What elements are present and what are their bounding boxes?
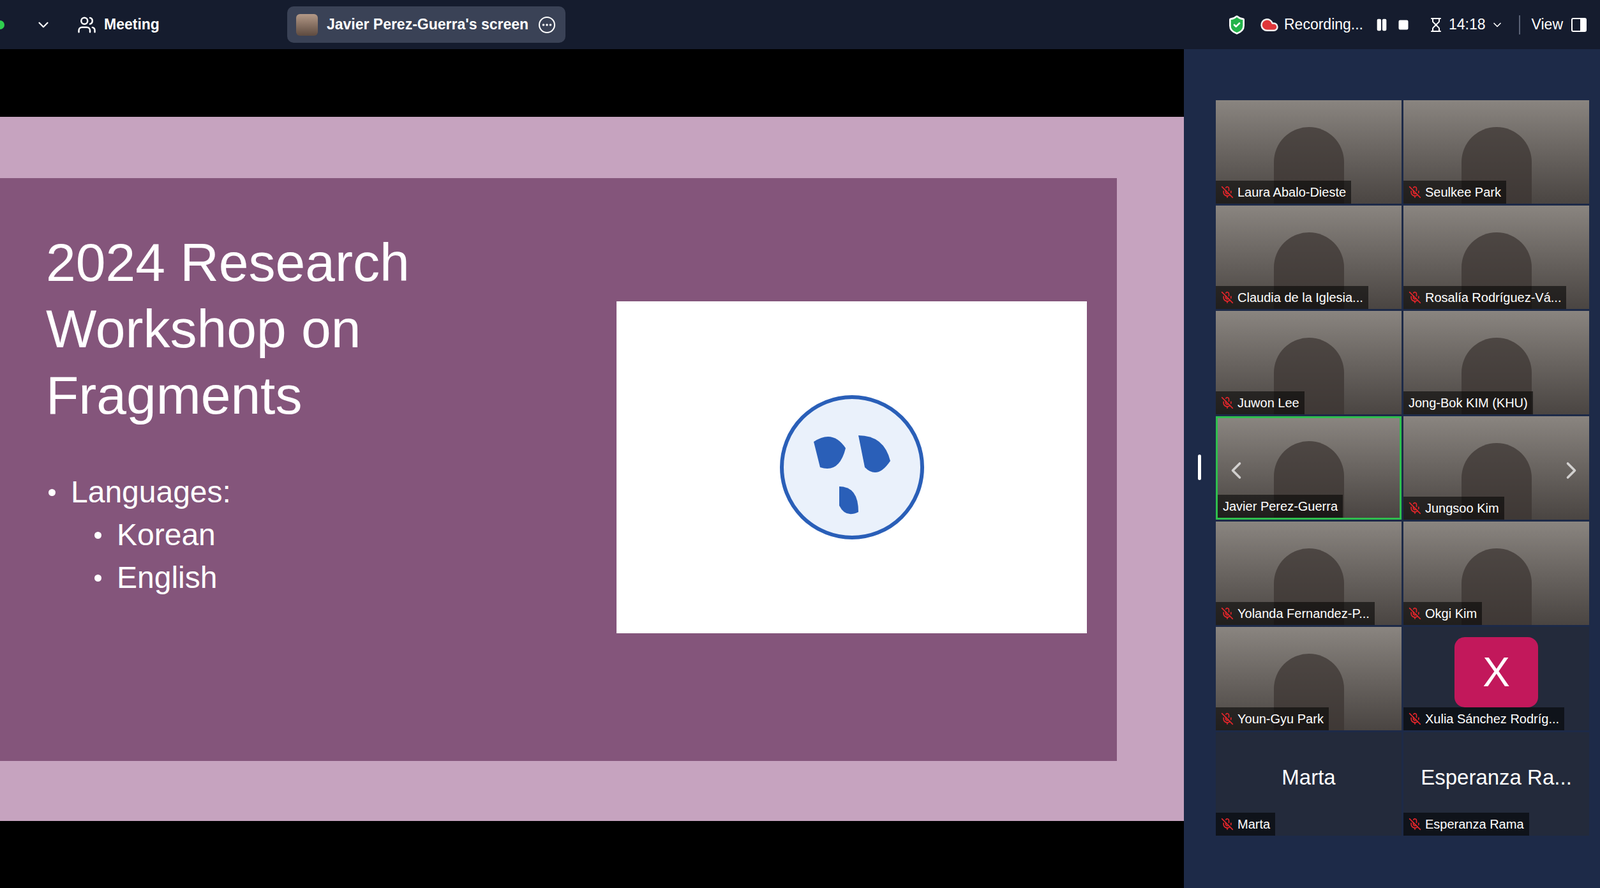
participant-name-label: Juwon Lee <box>1215 391 1305 415</box>
participant-tile[interactable]: Javier Perez-Guerra <box>1215 416 1402 520</box>
chevron-down-icon <box>1490 18 1504 32</box>
chevron-down-icon[interactable] <box>35 16 52 34</box>
participant-tile[interactable]: Laura Abalo-Dieste <box>1215 100 1402 204</box>
previous-page-icon[interactable] <box>1222 451 1251 490</box>
participant-name: Claudia de la Iglesia... <box>1237 287 1364 307</box>
participant-tile[interactable]: Seulkee Park <box>1403 100 1590 204</box>
zoom-meeting-window: Meeting Javier Perez-Guerra's screen Recor… <box>0 0 1600 888</box>
participant-name-label: Javier Perez-Guerra <box>1217 494 1343 518</box>
security-shield-icon[interactable] <box>1226 14 1248 36</box>
participant-name-label: Claudia de la Iglesia... <box>1215 285 1369 309</box>
participant-name: Okgi Kim <box>1425 603 1477 623</box>
mic-muted-icon <box>1408 291 1422 304</box>
next-page-icon[interactable] <box>1557 451 1586 490</box>
mic-muted-icon <box>1220 606 1234 620</box>
participant-name: Jong-Bok KIM (KHU) <box>1408 393 1528 413</box>
participant-name: Seulkee Park <box>1425 182 1502 202</box>
top-bar-controls: Recording... 14:18 View <box>1226 13 1600 36</box>
participant-name-label: Xulia Sánchez Rodríg... <box>1403 707 1565 731</box>
participant-name-label: Jong-Bok KIM (KHU) <box>1403 391 1533 415</box>
presenter-avatar-icon <box>296 14 318 36</box>
slide-panel: 2024 Research Workshop on Fragments Langu… <box>0 178 1117 761</box>
pause-recording-icon[interactable] <box>1374 17 1389 32</box>
participant-name-label: Jungsoo Kim <box>1403 496 1505 520</box>
recording-indicator[interactable]: Recording... <box>1259 13 1364 36</box>
slide-bullet: Korean <box>45 513 617 557</box>
participant-name-label: Laura Abalo-Dieste <box>1215 180 1352 204</box>
gallery-panel: Laura Abalo-Dieste Seulkee Park Claudia de… <box>1183 49 1600 888</box>
divider <box>1518 15 1521 35</box>
main-area: 2024 Research Workshop on Fragments Langu… <box>0 49 1600 888</box>
mic-muted-icon <box>1220 291 1234 304</box>
slide-title: 2024 Research Workshop on Fragments <box>45 229 506 429</box>
participant-name-label: Seulkee Park <box>1403 180 1507 204</box>
mic-muted-icon <box>1408 712 1422 726</box>
mic-muted-icon <box>1220 185 1234 199</box>
share-screen-pill[interactable]: Javier Perez-Guerra's screen <box>287 6 566 43</box>
participant-tile[interactable]: Yolanda Fernandez-P... <box>1215 521 1402 625</box>
stop-recording-icon[interactable] <box>1397 19 1410 31</box>
participant-name-label: Youn-Gyu Park <box>1215 707 1329 731</box>
participant-name: Juwon Lee <box>1237 393 1300 413</box>
participant-grid: Laura Abalo-Dieste Seulkee Park Claudia de… <box>1215 100 1590 836</box>
more-options-icon[interactable] <box>537 15 557 35</box>
participant-name: Xulia Sánchez Rodríg... <box>1425 709 1560 729</box>
mic-muted-icon <box>1220 396 1234 410</box>
slide: 2024 Research Workshop on Fragments Langu… <box>0 116 1184 821</box>
mic-muted-icon <box>1408 606 1422 620</box>
meeting-button[interactable]: Meeting <box>77 13 160 36</box>
participant-name-label: Okgi Kim <box>1403 601 1482 625</box>
participant-name-label: Marta <box>1215 812 1276 836</box>
hourglass-icon <box>1428 17 1444 33</box>
participant-tile[interactable]: Jong-Bok KIM (KHU) <box>1403 310 1590 415</box>
resize-handle[interactable] <box>1197 454 1202 480</box>
participant-name: Esperanza Rama <box>1425 814 1525 834</box>
participant-name: Marta <box>1237 814 1271 834</box>
participant-name: Jungsoo Kim <box>1425 498 1500 518</box>
view-button[interactable]: View <box>1531 13 1588 36</box>
participant-tile[interactable]: Claudia de la Iglesia... <box>1215 205 1402 309</box>
mic-muted-icon <box>1408 817 1422 831</box>
view-layout-icon <box>1570 16 1588 34</box>
participant-tile[interactable]: Jungsoo Kim <box>1403 416 1590 520</box>
slide-image <box>616 301 1087 634</box>
mic-muted-icon <box>1408 501 1422 515</box>
mic-muted-icon <box>1220 712 1234 726</box>
slide-bullets: Languages:KoreanEnglish <box>45 471 617 600</box>
participant-tile[interactable]: XXulia Sánchez Rodríg... <box>1403 626 1590 731</box>
participant-display-name: Esperanza Ra... <box>1420 761 1572 794</box>
participant-tile[interactable]: Youn-Gyu Park <box>1215 626 1402 731</box>
participant-tile[interactable]: Marta Marta <box>1215 732 1402 836</box>
participant-name: Laura Abalo-Dieste <box>1237 182 1346 202</box>
participant-name: Javier Perez-Guerra <box>1222 496 1338 516</box>
meeting-timer[interactable]: 14:18 <box>1428 13 1504 36</box>
mic-muted-icon <box>1408 185 1422 199</box>
participant-name: Rosalía Rodríguez-Vá... <box>1425 287 1562 307</box>
participant-display-name: Marta <box>1281 761 1336 794</box>
participant-name-label: Esperanza Rama <box>1403 812 1530 836</box>
globe-illustration-icon <box>769 384 935 551</box>
participant-tile[interactable]: Esperanza Ra... Esperanza Rama <box>1403 732 1590 836</box>
participants-icon <box>77 15 97 35</box>
status-dot <box>0 20 5 30</box>
slide-text: 2024 Research Workshop on Fragments Langu… <box>45 178 617 761</box>
slide-bullet: Languages: <box>45 471 617 514</box>
participant-name: Yolanda Fernandez-P... <box>1237 603 1370 623</box>
top-bar: Meeting Javier Perez-Guerra's screen Recor… <box>0 0 1600 50</box>
participant-name-label: Yolanda Fernandez-P... <box>1215 601 1375 625</box>
cloud-record-icon <box>1259 15 1279 35</box>
participant-name: Youn-Gyu Park <box>1237 709 1324 729</box>
slide-bullet: English <box>45 556 617 600</box>
mic-muted-icon <box>1220 817 1234 831</box>
participant-tile[interactable]: Juwon Lee <box>1215 310 1402 415</box>
participant-tile[interactable]: Okgi Kim <box>1403 521 1590 625</box>
shared-screen-area: 2024 Research Workshop on Fragments Langu… <box>0 49 1184 888</box>
participant-tile[interactable]: Rosalía Rodríguez-Vá... <box>1403 205 1590 309</box>
participant-avatar: X <box>1454 636 1539 708</box>
participant-name-label: Rosalía Rodríguez-Vá... <box>1403 285 1567 309</box>
